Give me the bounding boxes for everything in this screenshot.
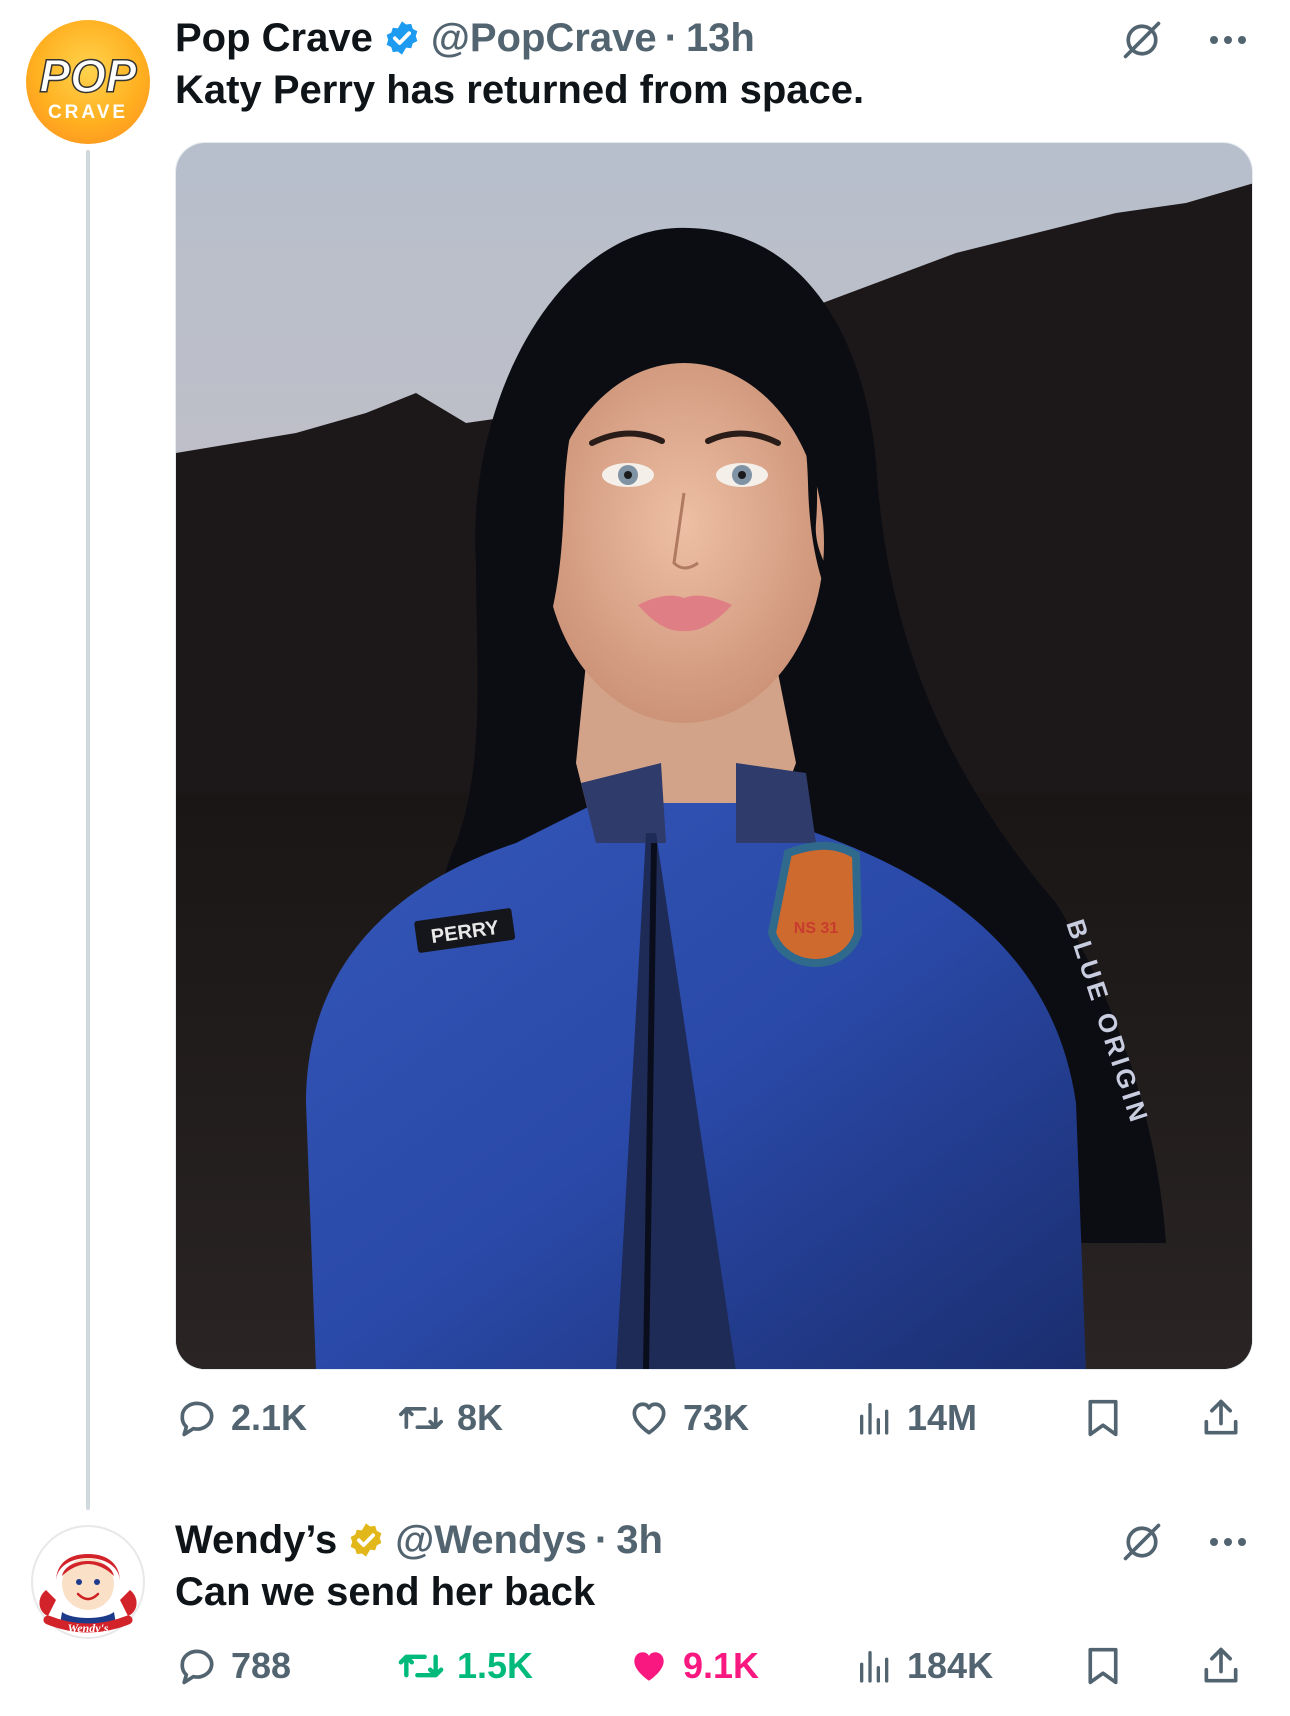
- more-icon[interactable]: [1208, 34, 1248, 46]
- tweet-photo[interactable]: PERRY NS 31 BLUE ORIGIN: [175, 142, 1253, 1370]
- tweet-popcrave[interactable]: POP CRAVE Pop Crave @PopCrave · 13h Katy…: [0, 0, 1290, 1510]
- timestamp[interactable]: 3h: [616, 1518, 663, 1563]
- avatar-line2: CRAVE: [48, 102, 128, 123]
- tweet-text: Can we send her back: [175, 1570, 596, 1614]
- views-count: 14M: [907, 1397, 978, 1438]
- tweet-top-actions: [1120, 16, 1248, 64]
- thread-line: [86, 150, 90, 1510]
- reply-count: 788: [231, 1645, 292, 1686]
- author-handle[interactable]: @PopCrave: [431, 16, 657, 61]
- tweet-text: Katy Perry has returned from space.: [175, 68, 865, 112]
- avatar-line1: POP: [39, 50, 136, 102]
- grok-icon[interactable]: [1120, 1520, 1164, 1564]
- reply-icon: [180, 1649, 214, 1685]
- reply-button[interactable]: 788: [175, 1638, 291, 1694]
- repost-count: 1.5K: [457, 1645, 534, 1686]
- mission-patch: NS 31: [767, 841, 863, 967]
- tweet-header: Pop Crave @PopCrave · 13h: [175, 14, 755, 62]
- bookmark-icon: [1088, 1399, 1118, 1437]
- mission-patch-text: NS 31: [794, 920, 839, 937]
- tweet-actions: 788 1.5K 9.1K 184K: [175, 1638, 1253, 1694]
- author-name[interactable]: Wendy’s: [175, 1518, 337, 1563]
- views-button[interactable]: 14M: [855, 1390, 977, 1446]
- separator-dot: ·: [664, 15, 678, 60]
- more-icon[interactable]: [1208, 1536, 1248, 1548]
- separator-dot: ·: [594, 1517, 609, 1562]
- tweet-header: Wendy’s @Wendys · 3h: [175, 1516, 663, 1564]
- views-icon: [860, 1651, 889, 1683]
- like-button[interactable]: 9.1K: [627, 1638, 759, 1694]
- bookmark-icon: [1088, 1647, 1118, 1685]
- like-button[interactable]: 73K: [627, 1390, 749, 1446]
- grok-icon[interactable]: [1120, 18, 1164, 62]
- avatar-wendys[interactable]: Wendy's: [26, 1520, 150, 1644]
- bookmark-button[interactable]: [1083, 1638, 1123, 1694]
- reply-count: 2.1K: [231, 1397, 308, 1438]
- like-icon: [632, 1402, 666, 1435]
- author-name[interactable]: Pop Crave: [175, 16, 373, 61]
- repost-button[interactable]: 8K: [397, 1390, 503, 1446]
- like-count: 73K: [683, 1397, 750, 1438]
- avatar-label: Wendy's: [67, 1621, 108, 1635]
- timestamp[interactable]: 13h: [686, 16, 755, 61]
- tweet-actions: 2.1K 8K 73K 14M: [175, 1390, 1253, 1446]
- share-icon: [1204, 1647, 1238, 1683]
- reply-icon: [180, 1401, 214, 1437]
- bookmark-button[interactable]: [1083, 1390, 1123, 1446]
- like-count: 9.1K: [683, 1645, 760, 1686]
- share-button[interactable]: [1199, 1390, 1243, 1446]
- tweet-top-actions: [1120, 1518, 1248, 1566]
- avatar-popcrave[interactable]: POP CRAVE: [26, 20, 150, 144]
- tweet-wendys[interactable]: Wendy's Wendy’s @Wendys · 3h Can we send…: [0, 1500, 1290, 1716]
- repost-icon: [398, 1654, 444, 1678]
- views-button[interactable]: 184K: [855, 1638, 993, 1694]
- like-icon: [634, 1652, 664, 1681]
- author-handle[interactable]: @Wendys: [395, 1518, 587, 1563]
- share-button[interactable]: [1199, 1638, 1243, 1694]
- verified-badge-icon[interactable]: [383, 19, 421, 57]
- views-count: 184K: [907, 1645, 994, 1686]
- repost-count: 8K: [457, 1397, 504, 1438]
- repost-icon: [399, 1407, 443, 1429]
- share-icon: [1204, 1399, 1238, 1435]
- repost-button[interactable]: 1.5K: [397, 1638, 533, 1694]
- verified-badge-icon[interactable]: [347, 1521, 385, 1559]
- reply-button[interactable]: 2.1K: [175, 1390, 307, 1446]
- views-icon: [860, 1403, 889, 1435]
